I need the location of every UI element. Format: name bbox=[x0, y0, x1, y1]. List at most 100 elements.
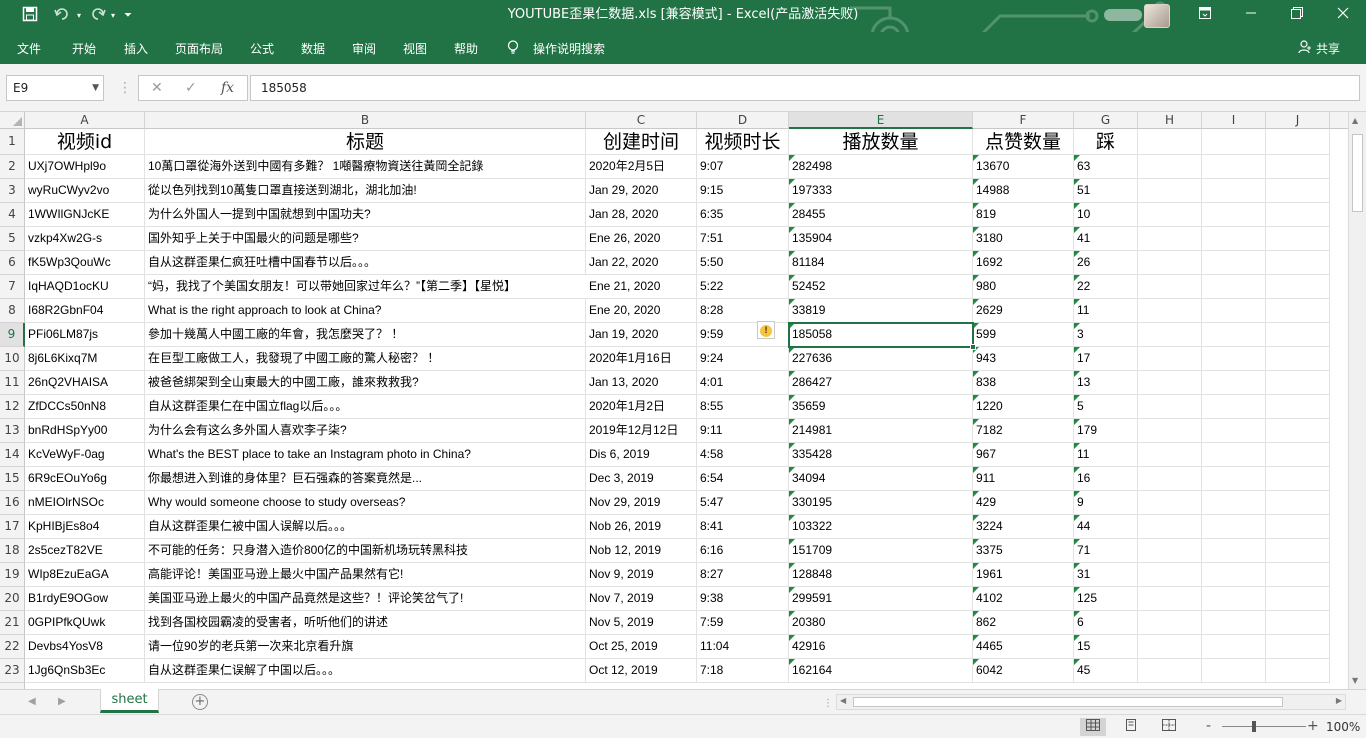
empty-cell[interactable] bbox=[1138, 659, 1202, 683]
title-cell[interactable]: 從以色列找到10萬隻口罩直接送到湖北，湖北加油! bbox=[145, 179, 586, 203]
empty-cell[interactable] bbox=[1266, 179, 1330, 203]
close-icon[interactable] bbox=[1320, 0, 1366, 32]
likes-cell[interactable]: 3224 bbox=[973, 515, 1074, 539]
zoom-slider[interactable] bbox=[1222, 726, 1306, 727]
row-header[interactable]: 14 bbox=[0, 443, 25, 467]
column-title-cell[interactable]: 播放数量 bbox=[789, 129, 973, 155]
empty-cell[interactable] bbox=[1202, 371, 1266, 395]
created-date-cell[interactable]: 2020年2月5日 bbox=[586, 155, 697, 179]
created-date-cell[interactable]: Ene 20, 2020 bbox=[586, 299, 697, 323]
video-id-cell[interactable]: I68R2GbnF04 bbox=[25, 299, 145, 323]
row-header-1[interactable]: 1 bbox=[0, 129, 25, 155]
video-id-cell[interactable]: 0GPIPfkQUwk bbox=[25, 611, 145, 635]
views-cell[interactable]: 286427 bbox=[789, 371, 973, 395]
tab-formulas[interactable]: 公式 bbox=[250, 40, 274, 58]
tab-help[interactable]: 帮助 bbox=[454, 40, 478, 58]
video-id-cell[interactable]: PFi06LM87js bbox=[25, 323, 145, 347]
views-cell[interactable]: 282498 bbox=[789, 155, 973, 179]
title-cell[interactable]: 10萬口罩從海外送到中國有多難？ 1噸醫療物資送往黃岡全記錄 bbox=[145, 155, 586, 179]
views-cell[interactable]: 33819 bbox=[789, 299, 973, 323]
lightbulb-icon[interactable] bbox=[507, 40, 519, 58]
video-id-cell[interactable]: Devbs4YosV8 bbox=[25, 635, 145, 659]
row-header[interactable]: 2 bbox=[0, 155, 25, 179]
empty-cell[interactable] bbox=[1202, 563, 1266, 587]
title-cell[interactable]: 高能评论！美国亚马逊上最火中国产品果然有它! bbox=[145, 563, 586, 587]
empty-cell[interactable] bbox=[1202, 467, 1266, 491]
empty-cell[interactable] bbox=[1202, 395, 1266, 419]
zoom-level[interactable]: 100% bbox=[1326, 719, 1360, 735]
empty-cell[interactable] bbox=[1202, 587, 1266, 611]
empty-cell[interactable] bbox=[1138, 251, 1202, 275]
row-header[interactable]: 22 bbox=[0, 635, 25, 659]
zoom-out-button[interactable]: - bbox=[1206, 717, 1211, 735]
zoom-in-button[interactable]: + bbox=[1307, 717, 1319, 735]
formula-input[interactable]: 185058 bbox=[250, 75, 1360, 101]
page-layout-view-icon[interactable] bbox=[1118, 718, 1144, 736]
views-cell[interactable]: 197333 bbox=[789, 179, 973, 203]
video-id-cell[interactable]: 8j6L6Kixq7M bbox=[25, 347, 145, 371]
row-header[interactable]: 8 bbox=[0, 299, 25, 323]
empty-cell[interactable] bbox=[1202, 347, 1266, 371]
video-id-cell[interactable]: ZfDCCs50nN8 bbox=[25, 395, 145, 419]
dislikes-cell[interactable]: 26 bbox=[1074, 251, 1138, 275]
video-id-cell[interactable]: KpHIBjEs8o4 bbox=[25, 515, 145, 539]
created-date-cell[interactable]: Nob 26, 2019 bbox=[586, 515, 697, 539]
duration-cell[interactable]: 8:27 bbox=[697, 563, 789, 587]
title-cell[interactable]: 为什么会有这么多外国人喜欢李子柒? bbox=[145, 419, 586, 443]
empty-cell[interactable] bbox=[1202, 275, 1266, 299]
dislikes-cell[interactable]: 41 bbox=[1074, 227, 1138, 251]
empty-cell[interactable] bbox=[1202, 179, 1266, 203]
views-cell[interactable]: 52452 bbox=[789, 275, 973, 299]
dislikes-cell[interactable]: 44 bbox=[1074, 515, 1138, 539]
duration-cell[interactable]: 9:59 bbox=[697, 323, 789, 347]
column-title-cell[interactable]: 视频id bbox=[25, 129, 145, 155]
empty-cell[interactable] bbox=[1138, 395, 1202, 419]
tab-view[interactable]: 视图 bbox=[403, 40, 427, 58]
row-header[interactable]: 5 bbox=[0, 227, 25, 251]
empty-cell[interactable] bbox=[1138, 491, 1202, 515]
likes-cell[interactable]: 911 bbox=[973, 467, 1074, 491]
likes-cell[interactable]: 3180 bbox=[973, 227, 1074, 251]
error-check-icon[interactable]: ! bbox=[757, 321, 775, 339]
column-title-cell[interactable]: 点赞数量 bbox=[973, 129, 1074, 155]
undo-dropdown-icon[interactable]: ▾ bbox=[74, 6, 84, 26]
zoom-slider-thumb[interactable] bbox=[1252, 721, 1256, 732]
column-header-b[interactable]: B bbox=[145, 112, 586, 129]
title-cell[interactable]: 为什么外国人一提到中国就想到中国功夫? bbox=[145, 203, 586, 227]
empty-cell[interactable] bbox=[1266, 443, 1330, 467]
created-date-cell[interactable]: Nov 7, 2019 bbox=[586, 587, 697, 611]
duration-cell[interactable]: 9:07 bbox=[697, 155, 789, 179]
video-id-cell[interactable]: bnRdHSpYy00 bbox=[25, 419, 145, 443]
empty-cell[interactable] bbox=[1266, 419, 1330, 443]
dislikes-cell[interactable]: 31 bbox=[1074, 563, 1138, 587]
created-date-cell[interactable]: 2019年12月12日 bbox=[586, 419, 697, 443]
dislikes-cell[interactable]: 125 bbox=[1074, 587, 1138, 611]
title-cell[interactable]: 被爸爸綁架到全山東最大的中國工廠，誰來救救我? bbox=[145, 371, 586, 395]
row-header[interactable]: 23 bbox=[0, 659, 25, 683]
horizontal-scroll-thumb[interactable] bbox=[853, 697, 1283, 707]
title-cell[interactable]: 自从这群歪果仁误解了中国以后。。。 bbox=[145, 659, 586, 683]
empty-cell[interactable] bbox=[1138, 563, 1202, 587]
row-header[interactable]: 11 bbox=[0, 371, 25, 395]
normal-view-icon[interactable] bbox=[1080, 718, 1106, 736]
views-cell[interactable]: 330195 bbox=[789, 491, 973, 515]
views-cell[interactable]: 299591 bbox=[789, 587, 973, 611]
dislikes-cell[interactable]: 5 bbox=[1074, 395, 1138, 419]
empty-cell[interactable] bbox=[1138, 443, 1202, 467]
views-cell[interactable]: 335428 bbox=[789, 443, 973, 467]
row-header[interactable]: 6 bbox=[0, 251, 25, 275]
empty-cell[interactable] bbox=[1202, 155, 1266, 179]
row-header[interactable]: 13 bbox=[0, 419, 25, 443]
duration-cell[interactable]: 5:22 bbox=[697, 275, 789, 299]
empty-cell[interactable] bbox=[1202, 515, 1266, 539]
scroll-up-icon[interactable]: ▲ bbox=[1352, 116, 1358, 125]
duration-cell[interactable]: 6:16 bbox=[697, 539, 789, 563]
likes-cell[interactable]: 1961 bbox=[973, 563, 1074, 587]
likes-cell[interactable]: 1220 bbox=[973, 395, 1074, 419]
created-date-cell[interactable]: Jan 13, 2020 bbox=[586, 371, 697, 395]
dislikes-cell[interactable]: 15 bbox=[1074, 635, 1138, 659]
column-title-cell[interactable]: 视频时长 bbox=[697, 129, 789, 155]
video-id-cell[interactable]: fK5Wp3QouWc bbox=[25, 251, 145, 275]
created-date-cell[interactable]: Jan 19, 2020 bbox=[586, 323, 697, 347]
empty-cell[interactable] bbox=[1266, 467, 1330, 491]
